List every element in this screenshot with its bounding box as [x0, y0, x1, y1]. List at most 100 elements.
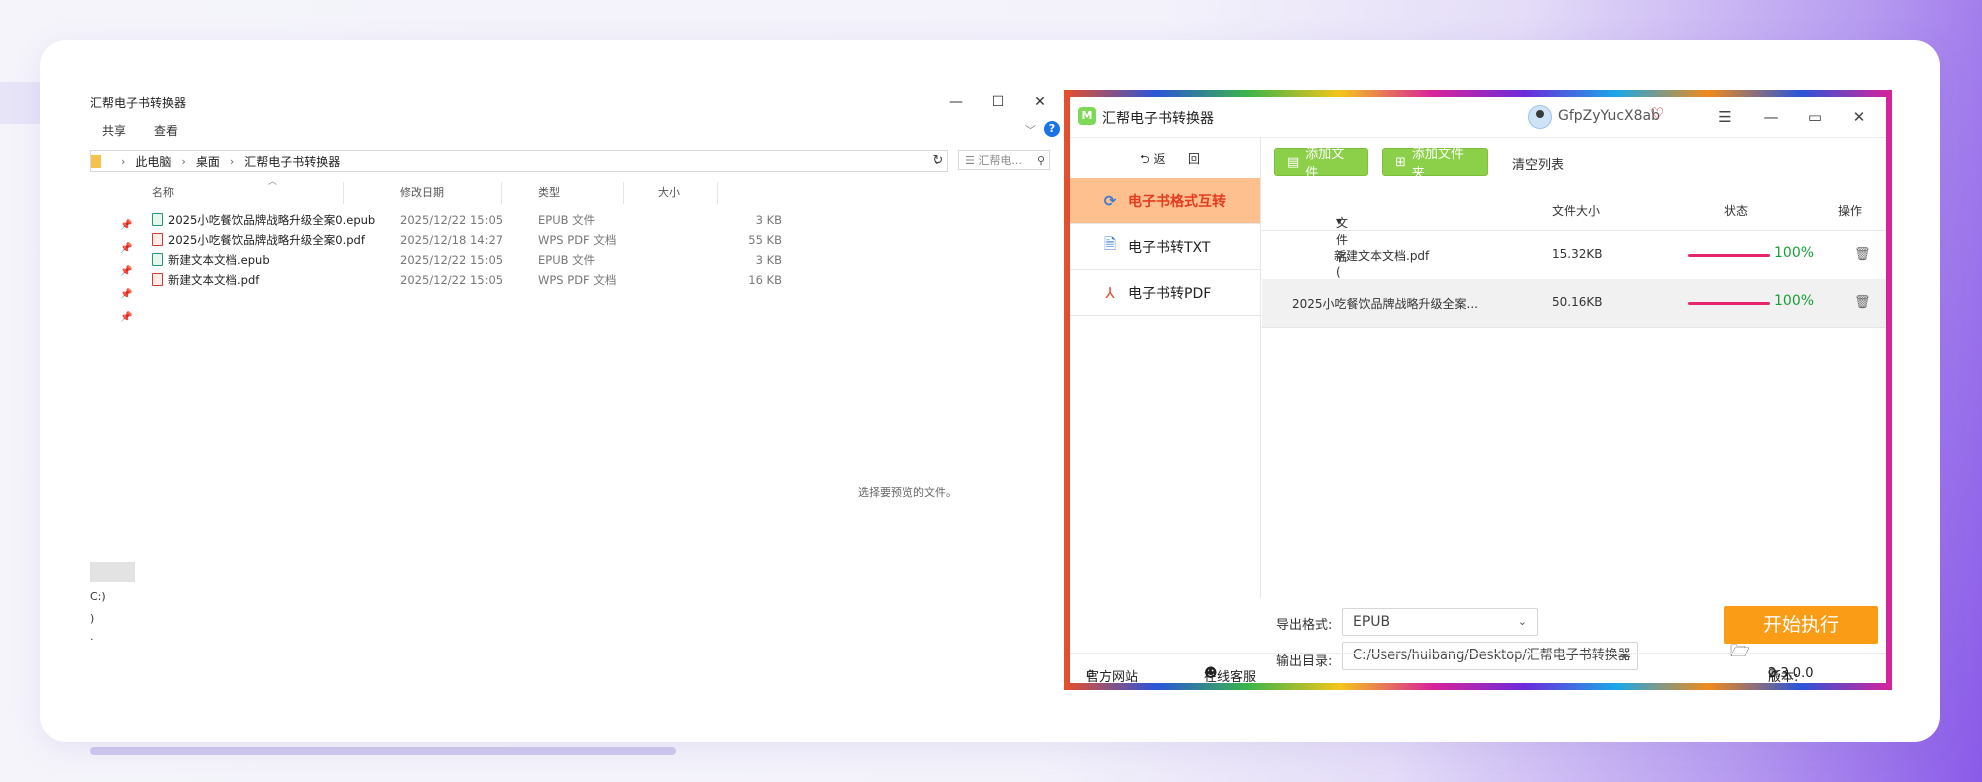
search-input[interactable]: ☰ 汇帮电... ⚲ [958, 150, 1050, 170]
sidebar-item-to-pdf[interactable]: ⅄ 电子书转PDF [1070, 270, 1260, 316]
file-row[interactable]: 2025小吃餐饮品牌战略升级全案0.pdf 2025/12/18 14:27 W… [152, 230, 822, 250]
file-size: 50.16KB [1552, 295, 1603, 309]
column-size[interactable]: 大小 [654, 182, 718, 204]
breadcrumb-folder[interactable]: 汇帮电子书转换器 [244, 153, 340, 170]
file-name: 新建文本文档.pdf [168, 273, 260, 287]
table-header: ▾文件名 ( 2 ) 文件大小 状态 操作 [1262, 190, 1886, 307]
sidebar-item-label: 电子书格式互转 [1128, 193, 1226, 210]
folder-icon [91, 154, 101, 168]
folder-add-icon: ⊞ [1395, 154, 1406, 170]
table-row[interactable]: 2025小吃餐饮品牌战略升级全案... 50.16KB 100% 🗑 [1262, 279, 1886, 328]
trash-icon[interactable]: 🗑 [1854, 295, 1871, 310]
close-button[interactable]: ✕ [1844, 105, 1874, 129]
add-folder-label: 添加文件夹 [1411, 147, 1464, 181]
username[interactable]: GfpZyYucX8ab [1558, 108, 1660, 124]
online-support-label: 在线客服 [1204, 670, 1257, 685]
chevron-down-icon: ⌄ [1517, 615, 1527, 628]
address-bar[interactable]: › 此电脑 › 桌面 › 汇帮电子书转换器 ⌄ [90, 150, 948, 172]
progress-bar [1688, 302, 1770, 305]
title-bar: M 汇帮电子书转换器 GfpZyYucX8ab ♡ ☰ — ▭ ✕ [1070, 97, 1886, 138]
maximize-button[interactable]: ▭ [1800, 105, 1830, 129]
pin-icon[interactable]: 📌 [120, 289, 132, 300]
file-date: 2025/12/18 14:27 [400, 233, 504, 247]
sidebar-item-format-convert[interactable]: ⟳ 电子书格式互转 [1070, 178, 1260, 224]
export-format-value: EPUB [1353, 614, 1391, 630]
progress-percent: 100% [1774, 245, 1815, 261]
sidebar-item-label: 电子书转TXT [1128, 239, 1211, 256]
file-explorer-window: 汇帮电子书转换器 — ☐ ✕ 共享 查看 ﹀ ? › 此电脑 › 桌面 › 汇帮… [90, 90, 1060, 695]
file-date: 2025/12/22 15:05 [400, 273, 504, 287]
pdf-icon: ⅄ [1105, 283, 1115, 302]
app-logo-icon: M [1078, 107, 1096, 125]
column-status: 状态 [1724, 204, 1749, 218]
file-type: EPUB 文件 [538, 253, 596, 267]
file-type: WPS PDF 文档 [538, 233, 617, 247]
pin-icon[interactable]: 📌 [120, 266, 132, 277]
menu-view[interactable]: 查看 [154, 122, 178, 139]
pin-icon[interactable]: 📌 [120, 243, 132, 254]
back-button[interactable]: ⮌ 返 [1140, 150, 1165, 171]
converter-window-frame: M 汇帮电子书转换器 GfpZyYucX8ab ♡ ☰ — ▭ ✕ ⮌ 返 回 … [1064, 90, 1892, 690]
column-name[interactable]: 名称 [148, 182, 344, 204]
pdf-file-icon [152, 233, 163, 246]
main-panel: ▤添加文件 ⊞添加文件夹 清空列表 ▾文件名 ( 2 ) 文件大小 状态 操作 … [1262, 138, 1886, 598]
file-date: 2025/12/22 15:05 [400, 213, 504, 227]
menu-icon[interactable]: ☰ [1710, 105, 1740, 129]
progress-bar [1688, 254, 1770, 257]
refresh-icon[interactable]: ↻ [928, 150, 948, 172]
file-row[interactable]: 新建文本文档.epub 2025/12/22 15:05 EPUB 文件 3 K… [152, 250, 822, 270]
avatar[interactable] [1528, 105, 1552, 129]
table-row[interactable]: 新建文本文档.pdf 15.32KB 100% 🗑 [1262, 231, 1886, 280]
file-name: 2025小吃餐饮品牌战略升级全案0.epub [168, 213, 376, 227]
back-label-2[interactable]: 回 [1188, 150, 1200, 167]
sidebar-item-label: 电子书转PDF [1128, 285, 1212, 302]
sidebar: ⮌ 返 回 ⟳ 电子书格式互转 🗎 电子书转TXT ⅄ 电子书转PDF [1070, 138, 1261, 598]
nav-pane-drive[interactable]: ) [90, 612, 94, 625]
nav-pane-drive[interactable]: . [90, 630, 94, 643]
file-date: 2025/12/22 15:05 [400, 253, 504, 267]
file-size: 15.32KB [1552, 247, 1603, 261]
menu-share[interactable]: 共享 [102, 122, 126, 139]
nav-pane-selected-item[interactable] [90, 562, 135, 582]
add-folder-button[interactable]: ⊞ 添加文件夹 [1382, 147, 1488, 181]
progress-percent: 100% [1774, 293, 1815, 309]
column-date[interactable]: 修改日期 [396, 182, 502, 204]
minimize-button[interactable]: — [1756, 105, 1786, 129]
help-icon[interactable]: ? [1044, 121, 1060, 137]
close-button[interactable]: ✕ [1020, 90, 1060, 114]
search-icon: ⚲ [1036, 153, 1045, 167]
pdf-file-icon [152, 273, 163, 286]
pin-icon[interactable]: 📌 [120, 312, 132, 323]
pin-icon[interactable]: 📌 [120, 220, 132, 231]
search-placeholder: ☰ 汇帮电... [965, 154, 1022, 167]
file-icon: ▤ [1287, 154, 1300, 170]
file-size: 3 KB [755, 213, 782, 227]
sidebar-item-to-txt[interactable]: 🗎 电子书转TXT [1070, 224, 1260, 270]
trash-icon[interactable]: 🗑 [1854, 247, 1871, 262]
file-row[interactable]: 2025小吃餐饮品牌战略升级全案0.epub 2025/12/22 15:05 … [152, 210, 822, 230]
footer: ⌂ 官方网站 ☻ 在线客服 ⟳ 版本: 2.3.0.0 [1070, 653, 1886, 685]
nav-pane-drive[interactable]: C:) [90, 590, 106, 603]
add-file-button[interactable]: ▤ 添加文件 [1274, 147, 1368, 181]
breadcrumb-desktop[interactable]: 桌面 [196, 153, 220, 170]
minimize-button[interactable]: — [936, 90, 976, 114]
version-number: 2.3.0.0 [1768, 666, 1814, 681]
maximize-button[interactable]: ☐ [978, 90, 1018, 114]
chevron-down-icon[interactable]: ﹀ [1025, 122, 1036, 138]
breadcrumb-this-pc[interactable]: 此电脑 [135, 153, 171, 170]
file-size: 55 KB [748, 233, 782, 247]
explorer-title: 汇帮电子书转换器 [90, 96, 187, 110]
column-filesize: 文件大小 [1552, 204, 1601, 218]
file-type: WPS PDF 文档 [538, 273, 617, 287]
column-type[interactable]: 类型 [534, 182, 624, 204]
export-format-select[interactable]: EPUB ⌄ [1342, 608, 1538, 636]
file-row[interactable]: 新建文本文档.pdf 2025/12/22 15:05 WPS PDF 文档 1… [152, 270, 822, 290]
document-icon: 🗎 [1103, 235, 1117, 253]
breadcrumb-chevron-icon: › [181, 154, 186, 168]
background-accent [0, 82, 40, 124]
converter-window: M 汇帮电子书转换器 GfpZyYucX8ab ♡ ☰ — ▭ ✕ ⮌ 返 回 … [1070, 97, 1886, 685]
clear-list-button[interactable]: 清空列表 [1512, 154, 1564, 173]
vip-heart-icon[interactable]: ♡ [1650, 104, 1664, 123]
preview-message: 选择要预览的文件。 [858, 486, 957, 499]
start-button[interactable]: 开始执行 [1724, 606, 1878, 644]
